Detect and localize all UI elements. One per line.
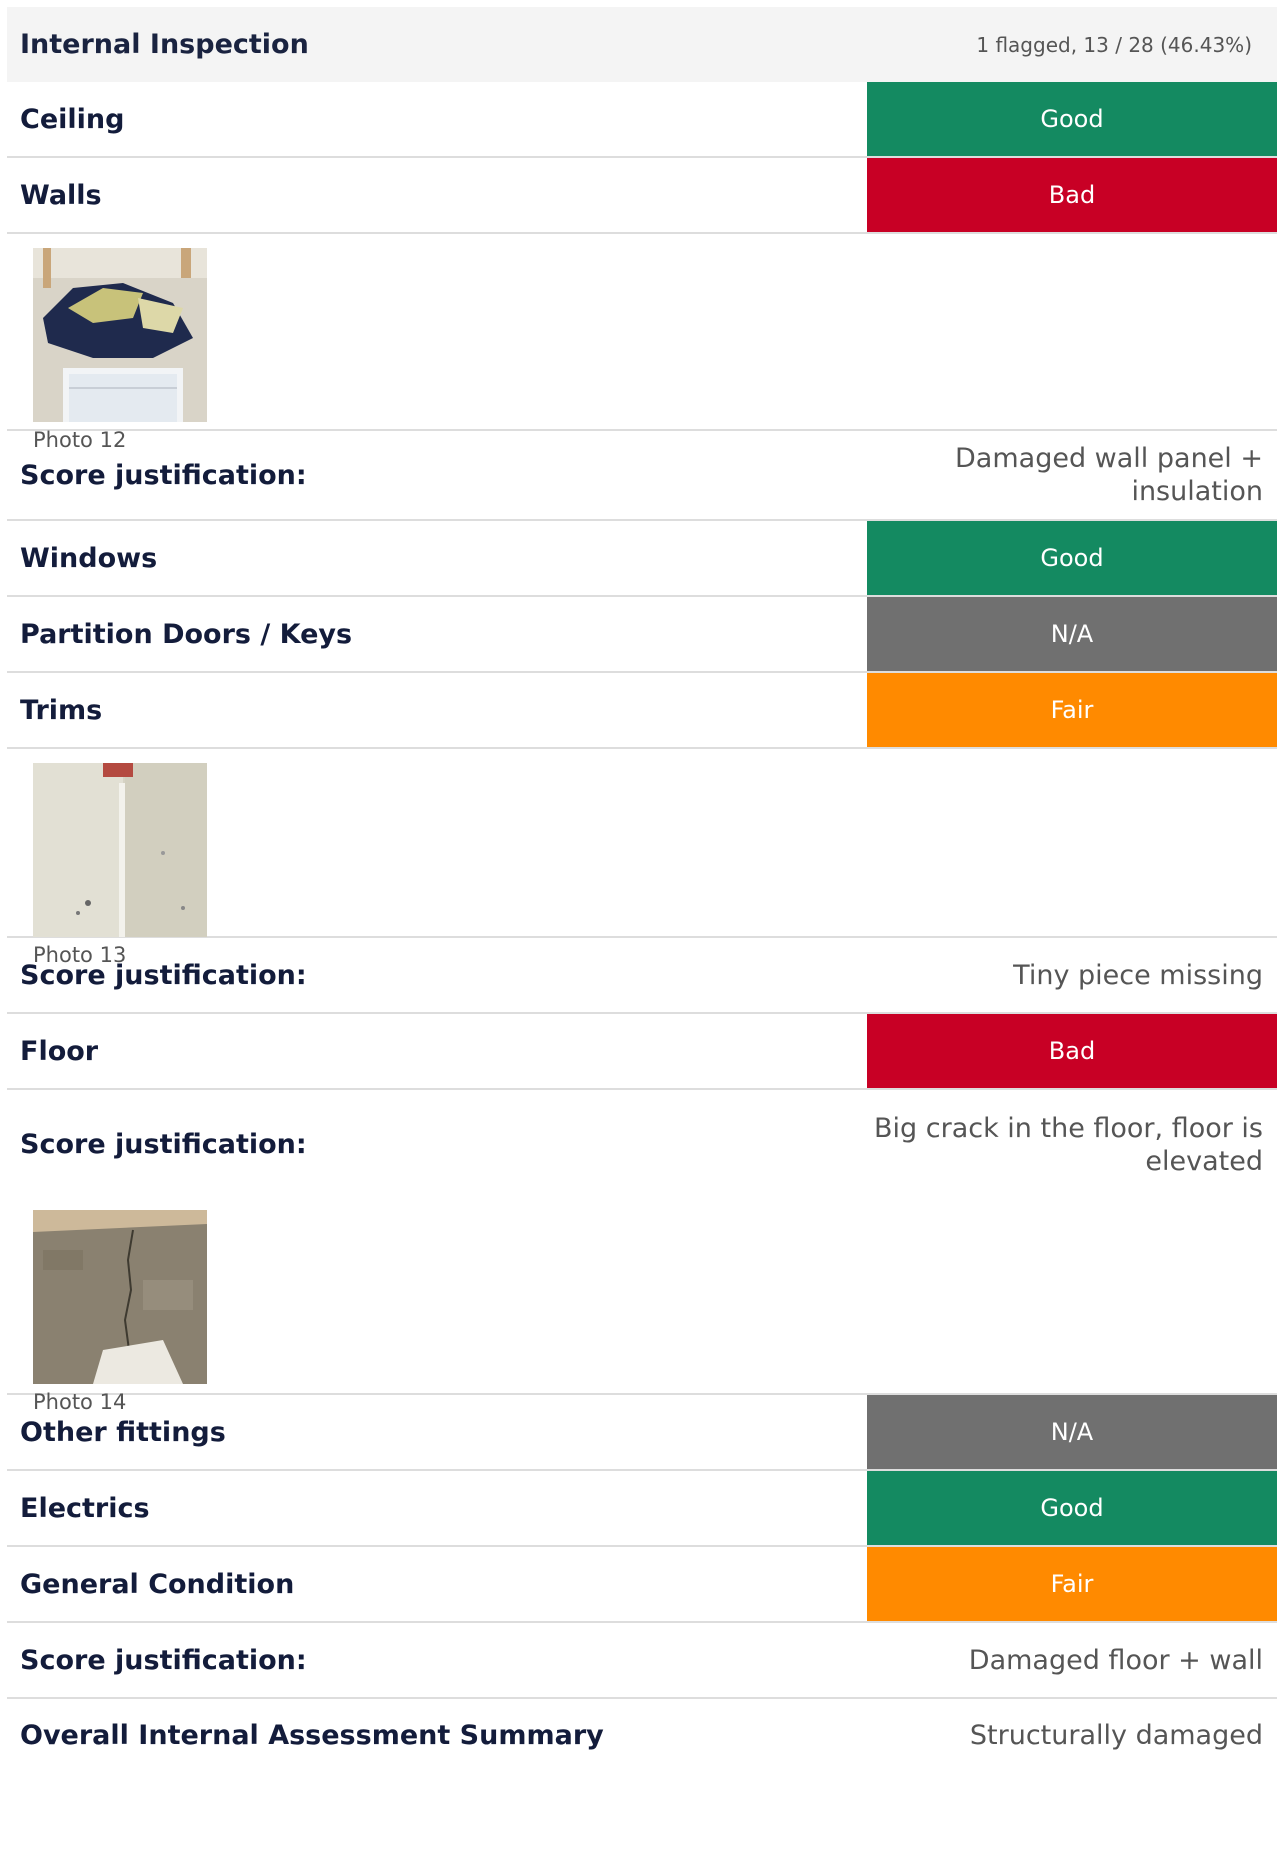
photo-block-floor: Photo 14 xyxy=(7,1198,1277,1414)
score-row-general: Score justification: Damaged floor + wal… xyxy=(7,1623,1277,1699)
rating-badge: Fair xyxy=(867,673,1277,747)
score-row-walls: Score justification: Damaged wall panel … xyxy=(7,431,1277,521)
score-row-floor: Score justification: Big crack in the fl… xyxy=(7,1090,1277,1198)
item-label: Walls xyxy=(20,179,102,211)
item-label: Floor xyxy=(20,1035,99,1067)
rating-badge: Good xyxy=(867,82,1277,156)
score-label: Score justification: xyxy=(20,1128,307,1160)
score-label: Score justification: xyxy=(20,459,307,491)
score-row-trims: Score justification: Tiny piece missing xyxy=(7,938,1277,1014)
section-title: Internal Inspection xyxy=(20,29,309,60)
item-row-electrics: Electrics Good xyxy=(7,1471,1277,1547)
rating-badge: Bad xyxy=(867,1014,1277,1088)
score-justification: Tiny piece missing xyxy=(1013,959,1263,991)
item-row-trims: Trims Fair xyxy=(7,673,1277,749)
photo-block-walls: Photo 12 xyxy=(7,234,1277,452)
summary-value: Structurally damaged xyxy=(969,1719,1263,1751)
score-justification: Big crack in the floor, floor is elevate… xyxy=(874,1113,1263,1177)
score-justification: Damaged wall panel + insulation xyxy=(955,443,1263,507)
score-justification: Damaged floor + wall xyxy=(968,1644,1263,1676)
photo-thumbnail[interactable] xyxy=(33,763,207,937)
rating-badge: Fair xyxy=(867,1547,1277,1621)
item-row-general: General Condition Fair xyxy=(7,1547,1277,1623)
item-label: Other fittings xyxy=(20,1416,226,1448)
photo-thumbnail[interactable] xyxy=(33,248,207,422)
item-label: Windows xyxy=(20,542,158,574)
item-label: Electrics xyxy=(20,1492,150,1524)
summary-row: Overall Internal Assessment Summary Stru… xyxy=(7,1699,1277,1771)
inspection-page: Internal Inspection 1 flagged, 13 / 28 (… xyxy=(7,7,1277,1771)
floor-detail-block: Score justification: Big crack in the fl… xyxy=(7,1090,1277,1414)
item-row-fittings: Other fittings N/A xyxy=(7,1395,1277,1471)
item-row-windows: Windows Good xyxy=(7,521,1277,597)
section-header: Internal Inspection 1 flagged, 13 / 28 (… xyxy=(7,7,1277,82)
section-stats: 1 flagged, 13 / 28 (46.43%) xyxy=(976,32,1252,57)
rating-badge: Good xyxy=(867,1471,1277,1545)
item-label: Partition Doors / Keys xyxy=(20,618,353,650)
item-label: Trims xyxy=(20,694,103,726)
rating-badge: Good xyxy=(867,521,1277,595)
item-row-ceiling: Ceiling Good xyxy=(7,82,1277,158)
item-row-floor: Floor Bad xyxy=(7,1014,1277,1090)
score-label: Score justification: xyxy=(20,959,307,991)
item-row-doors: Partition Doors / Keys N/A xyxy=(7,597,1277,673)
item-label: General Condition xyxy=(20,1568,295,1600)
rating-badge: Bad xyxy=(867,158,1277,232)
score-label: Score justification: xyxy=(20,1644,307,1676)
rating-badge: N/A xyxy=(867,597,1277,671)
item-label: Ceiling xyxy=(20,103,125,135)
item-row-walls: Walls Bad xyxy=(7,158,1277,234)
rating-badge: N/A xyxy=(867,1395,1277,1469)
photo-thumbnail[interactable] xyxy=(33,1210,207,1384)
summary-label: Overall Internal Assessment Summary xyxy=(20,1719,604,1751)
photo-block-trims: Photo 13 xyxy=(7,749,1277,967)
